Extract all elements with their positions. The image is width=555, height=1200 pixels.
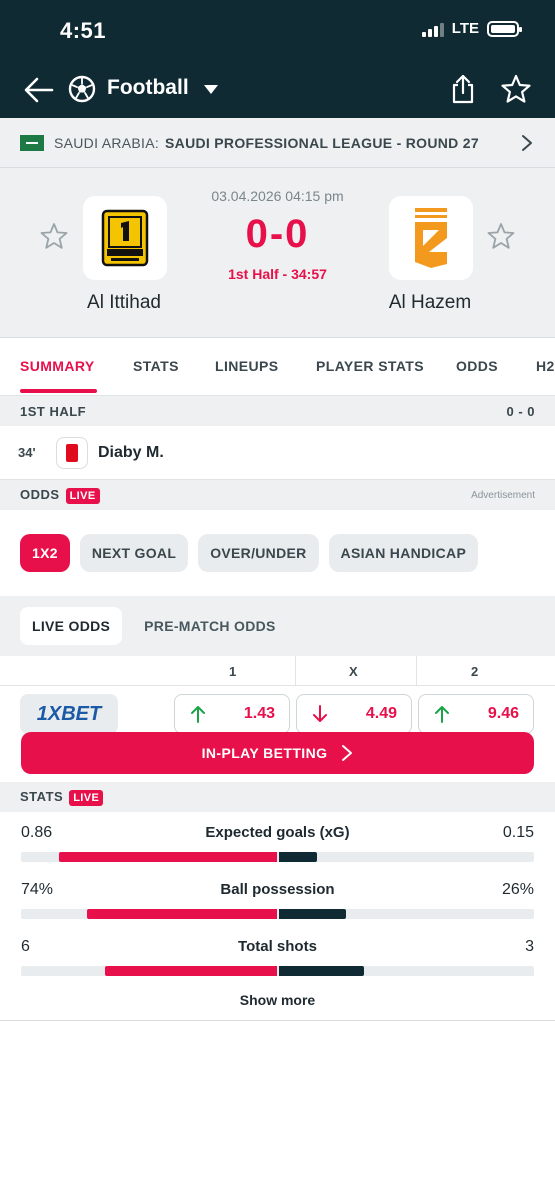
advertisement-label: Advertisement [471, 489, 535, 501]
odds-title: ODDS [20, 486, 60, 502]
hazem-crest-icon [415, 208, 447, 268]
app-header: Football [0, 68, 555, 112]
away-team-name[interactable]: Al Hazem [350, 292, 510, 314]
market-1x2[interactable]: 1X2 [20, 534, 70, 572]
football-icon [68, 75, 96, 103]
tab-odds[interactable]: ODDS [456, 358, 498, 374]
back-arrow-icon[interactable] [24, 76, 54, 104]
network-label: LTE [451, 20, 479, 37]
stat-bar [21, 909, 534, 919]
stat-label: Total shots [238, 938, 317, 955]
market-asian-handicap[interactable]: ASIAN HANDICAP [328, 534, 479, 572]
half-label: 1ST HALF [20, 403, 87, 419]
stats-section: STATS LIVE [0, 782, 555, 812]
active-tab-indicator [20, 389, 97, 393]
dropdown-caret-icon[interactable] [204, 85, 218, 94]
half-header: 1ST HALF 0 - 0 [0, 396, 555, 426]
stat-bar-away [278, 966, 364, 976]
stat-away-value: 0.15 [502, 824, 534, 841]
status-time: 4:51 [60, 18, 107, 43]
market-next-goal[interactable]: NEXT GOAL [79, 534, 189, 572]
odds-type-toggle: LIVE ODDS PRE-MATCH ODDS [0, 596, 555, 656]
show-more-button[interactable]: Show more [0, 992, 555, 1008]
odds-market-chips: 1X2 NEXT GOAL OVER/UNDER ASIAN HANDICAP [0, 510, 555, 596]
status-indicators: LTE [421, 20, 522, 37]
stat-bar [21, 966, 534, 976]
match-header: Al Ittihad 03.04.2026 04:15 pm 0-0 1st H… [0, 168, 555, 338]
odd-value: 4.49 [365, 705, 397, 722]
stat-bar-home [58, 852, 277, 862]
stat-bar-home [86, 909, 277, 919]
saudi-flag-icon [20, 134, 44, 151]
in-play-betting-button[interactable]: IN-PLAY BETTING [21, 732, 534, 774]
odd-home[interactable]: 1.43 [174, 694, 290, 734]
odds-column-header: 1 X 2 [0, 656, 555, 686]
stat-bar-away [278, 852, 317, 862]
top-bar: 4:51 LTE Football [0, 0, 555, 118]
chevron-right-icon [342, 745, 353, 761]
share-icon[interactable] [449, 74, 477, 104]
arrow-up-icon [191, 706, 205, 723]
stat-away-value: 3 [525, 938, 534, 955]
arrow-up-icon [435, 706, 449, 723]
red-card-icon [56, 436, 88, 469]
signal-icon [421, 21, 444, 37]
odd-value: 1.43 [243, 705, 275, 722]
league-bar[interactable]: SAUDI ARABIA: SAUDI PROFESSIONAL LEAGUE … [0, 118, 555, 168]
odds-live-badge: LIVE [65, 487, 100, 504]
odd-away[interactable]: 9.46 [418, 694, 534, 734]
chevron-right-icon[interactable] [521, 134, 533, 152]
stats-header: STATS LIVE [0, 782, 555, 812]
away-team-logo[interactable] [389, 196, 473, 280]
market-over-under[interactable]: OVER/UNDER [198, 534, 319, 572]
stat-bar [21, 852, 534, 862]
tab-summary[interactable]: SUMMARY [20, 358, 95, 374]
odd-draw[interactable]: 4.49 [296, 694, 412, 734]
tab-h2h[interactable]: H2H [536, 358, 555, 374]
stat-bar-away [278, 909, 346, 919]
odds-header: ODDS LIVE Advertisement [0, 480, 555, 510]
battery-icon [487, 20, 522, 37]
event-player: Diaby M. [98, 443, 164, 461]
odds-col-x: X [349, 664, 358, 679]
stat-label: Expected goals (xG) [205, 824, 350, 841]
tab-player-stats[interactable]: PLAYER STATS [316, 358, 424, 374]
stat-away-value: 26% [501, 881, 534, 898]
stats-title: STATS [20, 788, 64, 804]
match-tabs: SUMMARY STATS LINEUPS PLAYER STATS ODDS … [0, 338, 555, 396]
cta-label: IN-PLAY BETTING [201, 745, 328, 761]
live-odds-tab[interactable]: LIVE ODDS [20, 607, 123, 645]
stat-bar-home [104, 966, 277, 976]
event-minute: 34' [18, 445, 36, 460]
league-country: SAUDI ARABIA: [54, 134, 160, 151]
away-favorite-star-icon[interactable] [487, 222, 515, 250]
favorite-star-icon[interactable] [501, 74, 531, 104]
home-team-name[interactable]: Al Ittihad [44, 292, 204, 314]
odd-value: 9.46 [487, 705, 519, 722]
odds-row: 1XBET 1.43 4.49 9.46 [0, 686, 555, 738]
tab-stats[interactable]: STATS [133, 358, 179, 374]
tab-lineups[interactable]: LINEUPS [215, 358, 278, 374]
stat-label: Ball possession [220, 881, 335, 898]
odds-col-2: 2 [471, 664, 479, 679]
sport-title[interactable]: Football [107, 76, 189, 100]
column-divider [416, 656, 417, 686]
half-score: 0 - 0 [506, 403, 535, 419]
match-datetime: 03.04.2026 04:15 pm [211, 188, 344, 204]
column-divider [295, 656, 296, 686]
bookmaker-logo[interactable]: 1XBET [20, 694, 118, 734]
league-name: SAUDI PROFESSIONAL LEAGUE - ROUND 27 [165, 134, 479, 151]
divider [0, 1020, 555, 1021]
match-event[interactable]: 34' Diaby M. [0, 426, 555, 480]
odds-col-1: 1 [229, 664, 237, 679]
stats-live-badge: LIVE [69, 789, 104, 806]
arrow-down-icon [313, 705, 327, 722]
pre-match-odds-tab[interactable]: PRE-MATCH ODDS [132, 607, 288, 645]
